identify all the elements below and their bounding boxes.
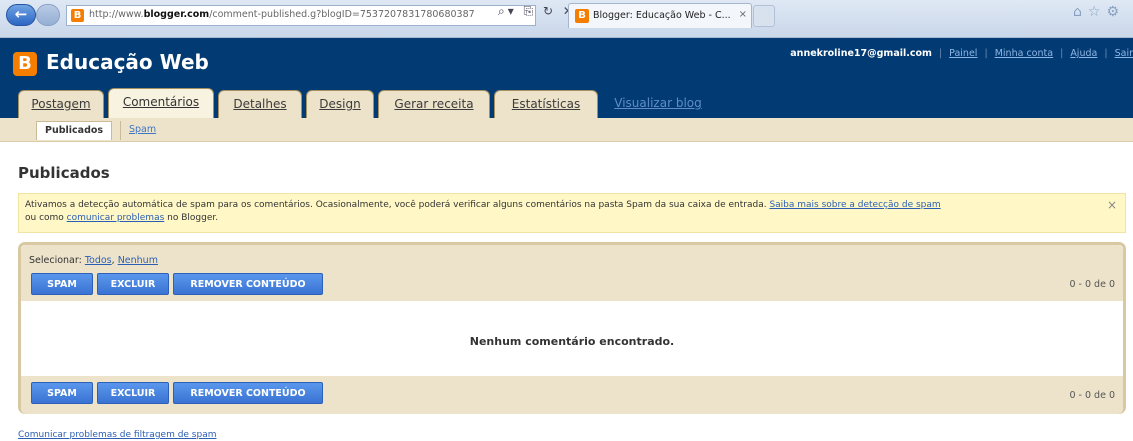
link-sair[interactable]: Sair xyxy=(1115,48,1133,59)
tab-title: Blogger: Educação Web - C... xyxy=(593,10,731,21)
notice-text: ou como xyxy=(25,213,67,223)
browser-tab[interactable]: B Blogger: Educação Web - C... × xyxy=(568,3,752,28)
tab-detalhes[interactable]: Detalhes xyxy=(218,90,302,118)
page-title: Publicados xyxy=(18,164,110,182)
blogger-header: B Educação Web annekroline17@gmail.com |… xyxy=(0,38,1133,118)
spam-button[interactable]: SPAM xyxy=(31,273,93,295)
forward-arrow-icon[interactable] xyxy=(36,4,60,26)
remove-content-button[interactable]: REMOVER CONTEÚDO xyxy=(173,382,323,404)
address-prefix: http://www. xyxy=(89,9,144,20)
delete-button[interactable]: EXCLUIR xyxy=(97,382,169,404)
subtab-spam[interactable]: Spam xyxy=(120,121,164,140)
blogger-favicon-icon: B xyxy=(575,9,589,23)
link-ajuda[interactable]: Ajuda xyxy=(1070,48,1097,59)
blogger-favicon-icon: B xyxy=(71,9,84,22)
delete-button[interactable]: EXCLUIR xyxy=(97,273,169,295)
user-email: annekroline17@gmail.com xyxy=(790,48,932,59)
select-links: Selecionar: Todos, Nenhum xyxy=(29,255,158,266)
search-refresh-close-icons[interactable]: ⌕▾ ⎘ ↻ ✕ xyxy=(498,4,576,19)
address-path: /comment-published.g?blogID=753720783178… xyxy=(209,9,475,20)
link-minha-conta[interactable]: Minha conta xyxy=(995,48,1053,59)
tab-design[interactable]: Design xyxy=(306,90,374,118)
home-favorites-settings-icons[interactable]: ⌂☆⚙ xyxy=(1073,4,1125,20)
link-painel[interactable]: Painel xyxy=(949,48,977,59)
comments-panel: Selecionar: Todos, Nenhum SPAM EXCLUIR R… xyxy=(18,242,1126,414)
new-tab-button[interactable] xyxy=(753,5,775,27)
panel-toolbar-bottom: SPAM EXCLUIR REMOVER CONTEÚDO 0 - 0 de 0 xyxy=(21,376,1123,414)
notice-text: Ativamos a detecção automática de spam p… xyxy=(25,200,770,210)
spam-button[interactable]: SPAM xyxy=(31,382,93,404)
select-label: Selecionar: xyxy=(29,255,85,266)
select-none-link[interactable]: Nenhum xyxy=(118,255,158,266)
blogger-logo-icon[interactable]: B xyxy=(13,52,37,76)
address-host: blogger.com xyxy=(143,9,210,20)
tab-visualizar-blog[interactable]: Visualizar blog xyxy=(600,90,716,118)
tab-close-icon[interactable]: × xyxy=(739,9,747,20)
remove-content-button[interactable]: REMOVER CONTEÚDO xyxy=(173,273,323,295)
back-arrow-icon[interactable]: ← xyxy=(6,4,36,26)
close-icon[interactable]: × xyxy=(1107,199,1117,212)
tab-postagem[interactable]: Postagem xyxy=(18,90,104,118)
blog-title: Educação Web xyxy=(46,50,209,74)
user-links: annekroline17@gmail.com | Painel | Minha… xyxy=(790,48,1133,59)
pagination-count: 0 - 0 de 0 xyxy=(1069,279,1115,290)
select-all-link[interactable]: Todos xyxy=(85,255,112,266)
empty-message: Nenhum comentário encontrado. xyxy=(469,335,675,348)
browser-toolbar: ← Bhttp://www.blogger.com/comment-publis… xyxy=(0,0,1133,38)
subtab-publicados[interactable]: Publicados xyxy=(36,121,113,140)
report-problems-link[interactable]: comunicar problemas xyxy=(67,213,165,223)
panel-toolbar-top: Selecionar: Todos, Nenhum SPAM EXCLUIR R… xyxy=(21,245,1123,301)
tab-comentarios[interactable]: Comentários xyxy=(108,88,214,118)
tab-estatisticas[interactable]: Estatísticas xyxy=(494,90,598,118)
pagination-count: 0 - 0 de 0 xyxy=(1069,390,1115,401)
subtab-bar: Publicados Spam xyxy=(0,118,1133,142)
spam-notice: Ativamos a detecção automática de spam p… xyxy=(18,193,1126,233)
report-spam-filtering-link[interactable]: Comunicar problemas de filtragem de spam xyxy=(18,430,217,440)
address-bar[interactable]: Bhttp://www.blogger.com/comment-publishe… xyxy=(66,5,536,26)
learn-spam-detection-link[interactable]: Saiba mais sobre a detecção de spam xyxy=(769,200,940,210)
tab-gerar-receita[interactable]: Gerar receita xyxy=(378,90,490,118)
notice-text: no Blogger. xyxy=(164,213,219,223)
